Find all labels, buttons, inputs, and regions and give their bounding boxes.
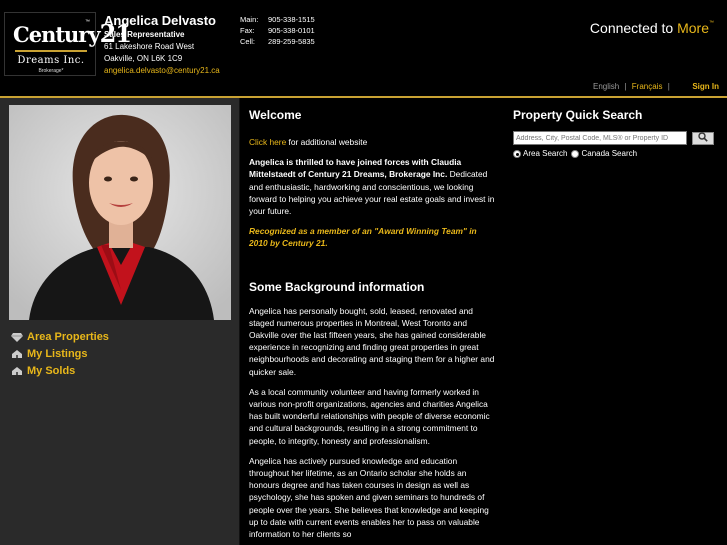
house-icon [11, 349, 23, 359]
quick-search-panel: Property Quick Search Area Search Canada… [505, 98, 727, 545]
additional-website-line: Click here for additional website [249, 137, 368, 147]
agent-title: Sales Representative [104, 30, 185, 39]
area-search-label: Area Search [523, 149, 568, 158]
diamond-icon [11, 332, 23, 342]
search-icon [698, 129, 708, 147]
lang-english-link[interactable]: English [593, 82, 619, 91]
background-paragraph-2: As a local community volunteer and havin… [249, 386, 490, 446]
main-content: Welcome Click here for additional websit… [240, 98, 505, 545]
agent-info: Angelica Delvasto Sales Representative 6… [104, 13, 220, 76]
agent-address-line1: 61 Lakeshore Road West [104, 42, 195, 51]
additional-website-link[interactable]: Click here [249, 137, 286, 147]
brand-tagline: Connected to More™ [589, 20, 714, 36]
lang-french-link[interactable]: Français [632, 82, 663, 91]
nav-my-solds[interactable]: My Solds [11, 362, 109, 379]
phone-list: Main: 905-338-1515 Fax: 905-338-0101 Cell:… [240, 14, 315, 47]
award-text: Recognized as a member of an "Award Winn… [249, 226, 477, 249]
agent-email-link[interactable]: angelica.delvasto@century21.ca [104, 65, 220, 76]
sidebar-nav: Area Properties My Listings My Solds [11, 328, 109, 379]
search-button[interactable] [692, 129, 714, 147]
century21-logo[interactable]: Century21 ™ Dreams Inc. Brokerage* [4, 12, 132, 76]
phone-fax: Fax: 905-338-0101 [240, 26, 315, 35]
house-icon [11, 366, 23, 376]
agent-name: Angelica Delvasto [104, 13, 216, 28]
left-sidebar: Area Properties My Listings My Solds [0, 98, 240, 545]
nav-area-properties[interactable]: Area Properties [11, 328, 109, 345]
agent-photo [9, 105, 231, 320]
phone-main: Main: 905-338-1515 [240, 15, 315, 24]
phone-cell: Cell: 289-259-5835 [240, 37, 315, 46]
canada-search-radio[interactable] [571, 149, 580, 158]
search-input[interactable] [513, 131, 687, 145]
logo-subtitle: Brokerage* [38, 68, 64, 74]
area-search-radio[interactable] [513, 149, 521, 158]
background-heading: Some Background information [249, 279, 425, 294]
background-paragraph-3: Angelica has actively pursued knowledge … [249, 455, 489, 540]
sign-in-link[interactable]: Sign In [692, 82, 719, 91]
welcome-heading: Welcome [249, 108, 302, 122]
canada-search-label: Canada Search [581, 149, 638, 158]
agent-address-line2: Oakville, ON L6K 1C9 [104, 54, 183, 63]
nav-my-listings[interactable]: My Listings [11, 345, 109, 362]
quick-search-heading: Property Quick Search [513, 108, 643, 122]
site-header: Century21 ™ Dreams Inc. Brokerage* Angel… [0, 0, 727, 78]
language-bar: English | Français | Sign In [0, 78, 727, 96]
welcome-intro: Angelica is thrilled to have joined forc… [249, 157, 495, 217]
background-paragraph-1: Angelica has personally bought, sold, le… [249, 305, 495, 377]
logo-office-name: Dreams Inc. [17, 55, 85, 66]
